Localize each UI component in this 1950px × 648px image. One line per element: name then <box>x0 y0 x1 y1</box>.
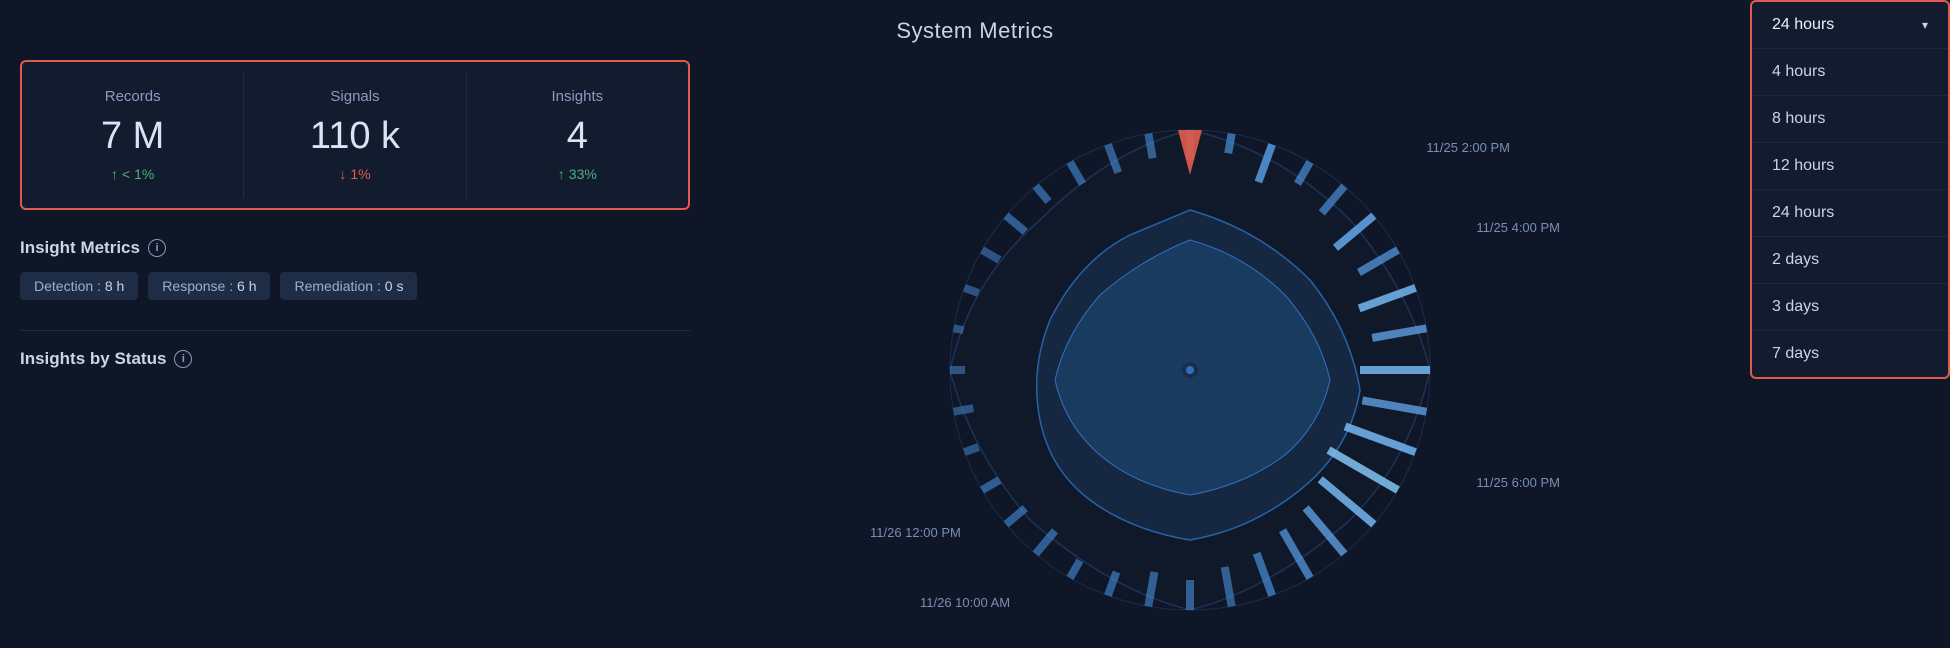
signals-arrow-down-icon <box>339 166 346 182</box>
time-label-1: 11/25 2:00 PM <box>1426 140 1510 155</box>
signals-change-value: 1% <box>350 166 370 182</box>
metric-records: Records 7 M < 1% <box>22 72 244 198</box>
option-4h-label: 4 hours <box>1772 63 1825 81</box>
remediation-badge: Remediation : 0 s <box>280 272 417 300</box>
option-7d-label: 7 days <box>1772 345 1819 363</box>
detection-value: 8 h <box>105 278 124 294</box>
insights-change-value: 33% <box>569 166 597 182</box>
records-change-value: < 1% <box>122 166 154 182</box>
insights-arrow-up-icon <box>558 166 565 182</box>
insight-metrics-section: Insight Metrics i Detection : 8 h Respon… <box>20 238 690 300</box>
chevron-down-icon: ▾ <box>1922 18 1928 32</box>
dropdown-option-12h[interactable]: 12 hours <box>1752 143 1948 190</box>
left-panel: Records 7 M < 1% Signals 110 k 1% Insigh… <box>20 60 690 383</box>
metrics-card: Records 7 M < 1% Signals 110 k 1% Insigh… <box>20 60 690 210</box>
time-label-4: 11/26 10:00 AM <box>920 595 1010 610</box>
insights-label: Insights <box>487 88 668 105</box>
records-arrow-up-icon <box>111 166 118 182</box>
dropdown-option-2d[interactable]: 2 days <box>1752 237 1948 284</box>
option-2d-label: 2 days <box>1772 251 1819 269</box>
chart-area: 11/25 2:00 PM 11/25 4:00 PM 11/25 6:00 P… <box>650 60 1730 640</box>
records-value: 7 M <box>42 115 223 158</box>
dropdown-option-8h[interactable]: 8 hours <box>1752 96 1948 143</box>
time-label-2: 11/25 4:00 PM <box>1476 220 1560 235</box>
insights-change: 33% <box>487 166 668 182</box>
insights-by-status-header: Insights by Status i <box>20 349 690 369</box>
insights-by-status-label: Insights by Status <box>20 349 166 369</box>
insight-metrics-info-icon[interactable]: i <box>148 239 166 257</box>
signals-value: 110 k <box>264 115 445 158</box>
page-title: System Metrics <box>0 0 1950 56</box>
records-change: < 1% <box>42 166 223 182</box>
dropdown-selected-label: 24 hours <box>1772 16 1834 34</box>
time-label-3: 11/25 6:00 PM <box>1476 475 1560 490</box>
records-label: Records <box>42 88 223 105</box>
response-value: 6 h <box>237 278 256 294</box>
insights-status-info-icon[interactable]: i <box>174 350 192 368</box>
option-24h-label: 24 hours <box>1772 204 1834 222</box>
dropdown-option-3d[interactable]: 3 days <box>1752 284 1948 331</box>
insight-metrics-header: Insight Metrics i <box>20 238 690 258</box>
time-range-dropdown[interactable]: 24 hours ▾ 4 hours 8 hours 12 hours 24 h… <box>1750 0 1950 379</box>
detection-badge: Detection : 8 h <box>20 272 138 300</box>
dropdown-selected-item[interactable]: 24 hours ▾ <box>1752 2 1948 49</box>
remediation-value: 0 s <box>385 278 404 294</box>
section-divider <box>20 330 690 331</box>
option-3d-label: 3 days <box>1772 298 1819 316</box>
signals-change: 1% <box>264 166 445 182</box>
insights-by-status-section: Insights by Status i <box>20 349 690 369</box>
insights-value: 4 <box>487 115 668 158</box>
radar-svg <box>900 80 1480 620</box>
time-label-5: 11/26 12:00 PM <box>870 525 961 540</box>
dropdown-option-7d[interactable]: 7 days <box>1752 331 1948 377</box>
insight-metrics-label: Insight Metrics <box>20 238 140 258</box>
metric-signals: Signals 110 k 1% <box>244 72 466 198</box>
radar-chart: 11/25 2:00 PM 11/25 4:00 PM 11/25 6:00 P… <box>900 80 1480 620</box>
dropdown-option-24h[interactable]: 24 hours <box>1752 190 1948 237</box>
option-8h-label: 8 hours <box>1772 110 1825 128</box>
metric-badges: Detection : 8 h Response : 6 h Remediati… <box>20 272 690 300</box>
response-badge: Response : 6 h <box>148 272 270 300</box>
option-12h-label: 12 hours <box>1772 157 1834 175</box>
dropdown-option-4h[interactable]: 4 hours <box>1752 49 1948 96</box>
signals-label: Signals <box>264 88 445 105</box>
